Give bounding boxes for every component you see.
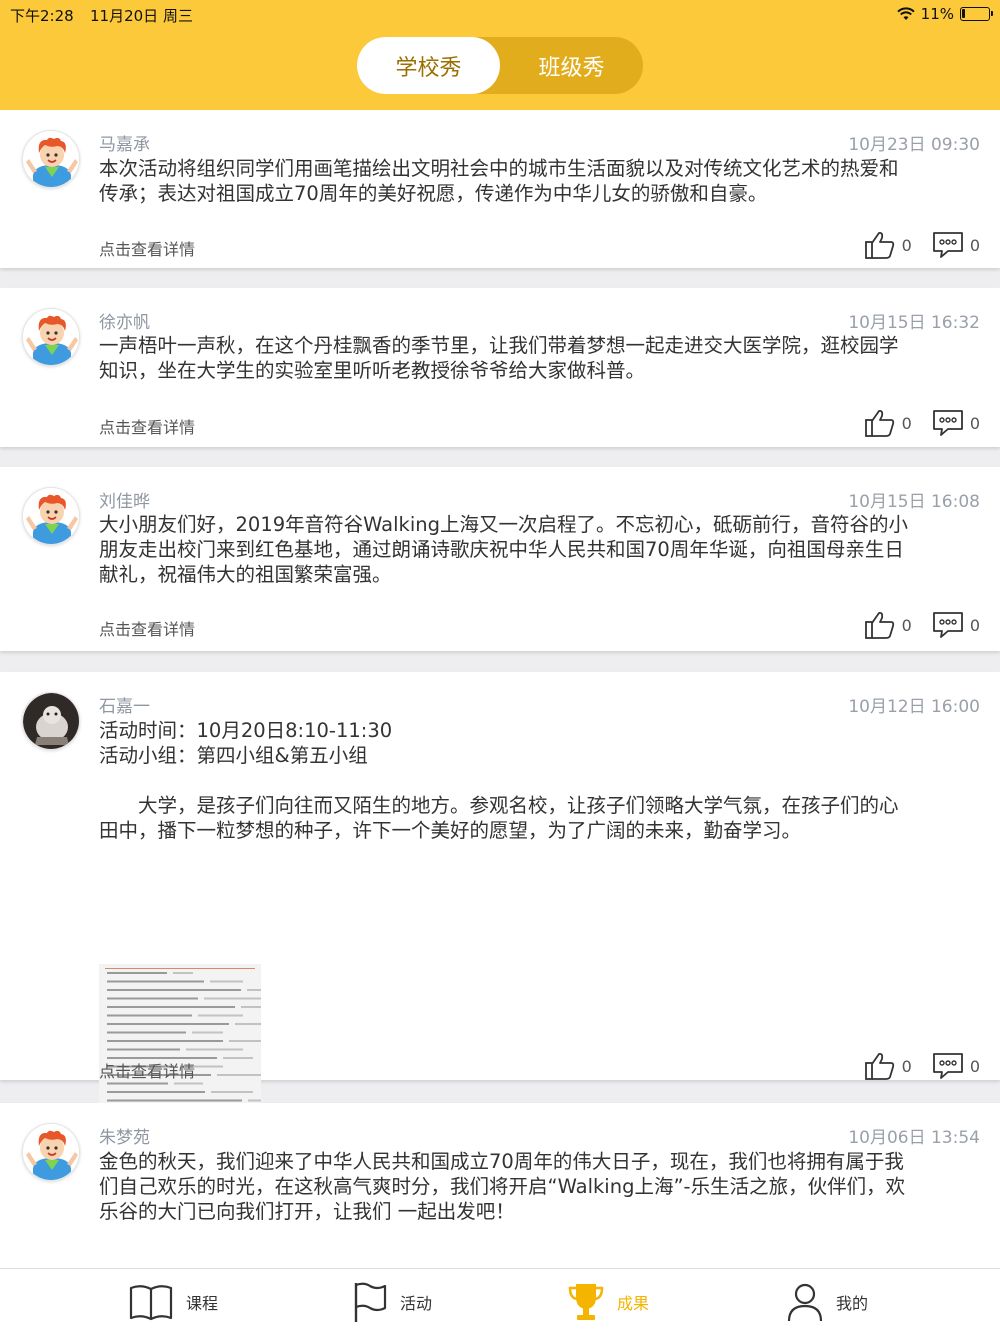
post-time: 10月12日 16:00	[848, 697, 980, 717]
post-author: 刘佳晔	[99, 492, 150, 512]
post-content-line: 大小朋友们好，2019年音符谷Walking上海又一次启程了。不忘初心，砥砺前行…	[99, 513, 908, 536]
like-count: 0	[901, 235, 912, 255]
like-icon	[864, 409, 894, 437]
avatar[interactable]	[22, 692, 80, 750]
post-content: 活动时间：10月20日8:10-11:30 活动小组：第四小组&第五小组 大学，是…	[99, 718, 979, 843]
comment-button[interactable]: 0	[932, 1052, 980, 1080]
post-time: 10月23日 09:30	[848, 135, 980, 155]
post-content-line: 们自己欢乐的时光，在这秋高气爽时分，我们将开启“Walking上海”-乐生活之旅…	[99, 1175, 906, 1198]
post-card[interactable]: 马嘉承 10月23日 09:30 本次活动将组织同学们用画笔描绘出文明社会中的城市生…	[0, 110, 1000, 268]
book-icon	[129, 1285, 173, 1321]
comment-count: 0	[969, 1056, 980, 1076]
avatar[interactable]	[22, 1123, 80, 1181]
tab-course-label: 课程	[186, 1294, 219, 1313]
tab-achievement[interactable]: 成果	[567, 1269, 649, 1334]
post-content-line: 献礼，祝福伟大的祖国繁荣富强。	[99, 563, 392, 586]
avatar[interactable]	[22, 308, 80, 366]
post-actions: 00	[864, 1051, 980, 1081]
status-time: 下午2:28	[10, 7, 74, 25]
post-card[interactable]: 朱梦苑 10月06日 13:54 金色的秋天，我们迎来了中华人民共和国成立70周年的…	[0, 1103, 1000, 1268]
post-content-line: 知识，坐在大学生的实验室里听听老教授徐爷爷给大家做科普。	[99, 359, 646, 382]
post-content-line: 本次活动将组织同学们用画笔描绘出文明社会中的城市生活面貌以及对传统文化艺术的热爱…	[99, 157, 899, 180]
view-detail-link[interactable]: 点击查看详情	[99, 414, 195, 438]
post-actions: 00	[864, 408, 980, 438]
segment-control: 学校秀 班级秀	[357, 37, 643, 94]
tab-mine[interactable]: 我的	[786, 1269, 868, 1334]
view-detail-link[interactable]: 点击查看详情	[99, 1058, 195, 1082]
comment-button[interactable]: 0	[932, 611, 980, 639]
tab-mine-label: 我的	[836, 1294, 869, 1313]
like-icon	[864, 611, 894, 639]
like-icon	[864, 1052, 894, 1080]
battery-fill	[962, 9, 965, 18]
post-content-line: 田中，播下一粒梦想的种子，许下一个美好的愿望，为了广阔的未来，勤奋学习。	[99, 819, 802, 842]
post-content-line: 传承；表达对祖国成立70周年的美好祝愿，传递作为中华儿女的骄傲和自豪。	[99, 182, 768, 205]
like-count: 0	[901, 1056, 912, 1076]
post-content: 大小朋友们好，2019年音符谷Walking上海又一次启程了。不忘初心，砥砺前行…	[99, 512, 979, 587]
status-right: 11%	[896, 5, 993, 23]
post-card[interactable]: 刘佳晔 10月15日 16:08 大小朋友们好，2019年音符谷Walking上海又…	[0, 467, 1000, 651]
view-detail-link[interactable]: 点击查看详情	[99, 236, 195, 260]
tab-activity[interactable]: 活动	[352, 1269, 432, 1334]
post-content-line: 乐谷的大门已向我们打开，让我们 一起出发吧！	[99, 1200, 515, 1223]
battery-icon	[960, 7, 993, 21]
post-time: 10月06日 13:54	[848, 1128, 980, 1148]
comment-button[interactable]: 0	[932, 231, 980, 259]
like-button[interactable]: 0	[864, 230, 912, 260]
view-detail-link[interactable]: 点击查看详情	[99, 616, 195, 640]
post-time: 10月15日 16:08	[848, 492, 980, 512]
post-actions: 00	[864, 610, 980, 640]
post-actions: 00	[864, 230, 980, 260]
post-time: 10月15日 16:32	[848, 313, 980, 333]
comment-count: 0	[969, 615, 980, 635]
segment-school-show[interactable]: 学校秀	[357, 37, 500, 94]
comment-icon	[932, 1053, 963, 1079]
flag-icon	[354, 1282, 387, 1322]
post-author: 朱梦苑	[99, 1128, 150, 1148]
post-author: 石嘉一	[99, 697, 150, 717]
post-content-line	[99, 768, 979, 793]
like-count: 0	[901, 615, 912, 635]
status-date: 11月20日 周三	[90, 7, 193, 25]
status-bar: 下午2:28 11月20日 周三 11%	[0, 0, 1000, 28]
post-author: 徐亦帆	[99, 313, 150, 333]
tab-bar: 课程 活动 成果 我的	[0, 1268, 1000, 1334]
post-content-line: 一声梧叶一声秋，在这个丹桂飘香的季节里，让我们带着梦想一起走进交大医学院，逛校园…	[99, 334, 899, 357]
like-button[interactable]: 0	[864, 610, 912, 640]
like-icon	[864, 231, 894, 259]
post-content-line: 大学，是孩子们向往而又陌生的地方。参观名校，让孩子们领略大学气氛，在孩子们的心	[99, 794, 899, 817]
avatar[interactable]	[22, 130, 80, 188]
post-content-line: 活动小组：第四小组&第五小组	[99, 744, 368, 767]
top-header: 下午2:28 11月20日 周三 11% 学校秀 班级秀	[0, 0, 1000, 110]
post-content: 本次活动将组织同学们用画笔描绘出文明社会中的城市生活面貌以及对传统文化艺术的热爱…	[99, 156, 979, 206]
wifi-icon	[896, 7, 915, 20]
avatar[interactable]	[22, 487, 80, 545]
like-count: 0	[901, 413, 912, 433]
person-icon	[787, 1283, 823, 1322]
post-content-line: 金色的秋天，我们迎来了中华人民共和国成立70周年的伟大日子，现在，我们也将拥有属…	[99, 1150, 904, 1173]
comment-icon	[932, 232, 963, 258]
comment-icon	[932, 612, 963, 638]
post-content-line: 朋友走出校门来到红色基地，通过朗诵诗歌庆祝中华人民共和国70周年华诞，向祖国母亲…	[99, 538, 904, 561]
post-card[interactable]: 石嘉一 10月12日 16:00 活动时间：10月20日8:10-11:30 活动小组…	[0, 672, 1000, 1126]
post-content: 一声梧叶一声秋，在这个丹桂飘香的季节里，让我们带着梦想一起走进交大医学院，逛校园…	[99, 333, 979, 383]
post-card[interactable]: 徐亦帆 10月15日 16:32 一声梧叶一声秋，在这个丹桂飘香的季节里，让我们带着…	[0, 288, 1000, 447]
post-feed[interactable]: 马嘉承 10月23日 09:30 本次活动将组织同学们用画笔描绘出文明社会中的城市生…	[0, 110, 1000, 1268]
trophy-icon	[568, 1284, 604, 1320]
comment-count: 0	[969, 235, 980, 255]
post-content: 金色的秋天，我们迎来了中华人民共和国成立70周年的伟大日子，现在，我们也将拥有属…	[99, 1149, 979, 1224]
tab-activity-label: 活动	[400, 1294, 433, 1313]
comment-button[interactable]: 0	[932, 409, 980, 437]
post-image[interactable]	[99, 964, 261, 1126]
like-button[interactable]: 0	[864, 1051, 912, 1081]
like-button[interactable]: 0	[864, 408, 912, 438]
segment-class-show[interactable]: 班级秀	[500, 37, 643, 94]
comment-count: 0	[969, 413, 980, 433]
post-author: 马嘉承	[99, 135, 150, 155]
tab-achievement-label: 成果	[617, 1294, 650, 1313]
comment-icon	[932, 410, 963, 436]
post-content-line: 活动时间：10月20日8:10-11:30	[99, 719, 393, 742]
tab-course[interactable]: 课程	[128, 1269, 218, 1334]
battery-percent: 11%	[920, 5, 954, 23]
